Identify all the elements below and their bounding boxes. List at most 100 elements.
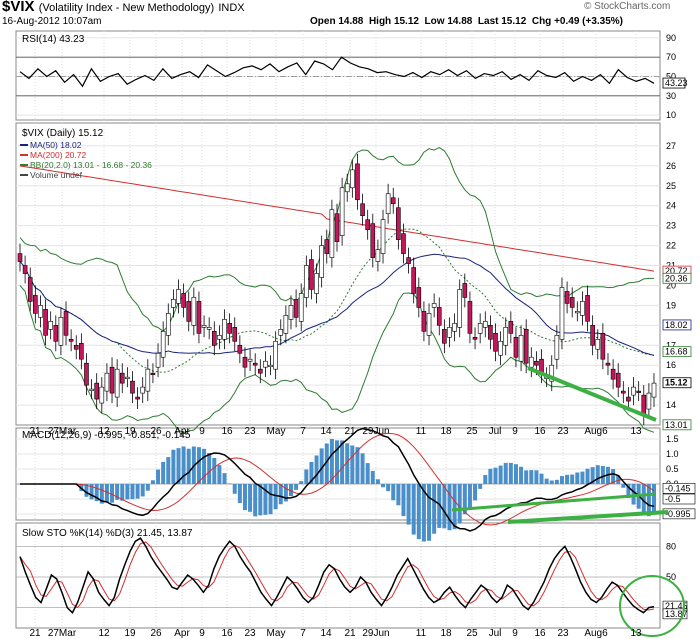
macd-hist-bar — [350, 445, 355, 484]
price-tick-label: 27 — [666, 141, 676, 151]
candle-body — [68, 338, 74, 342]
candle-body — [421, 311, 427, 332]
candle-body — [350, 169, 355, 189]
candle-body — [222, 319, 227, 340]
candle-body — [119, 372, 125, 384]
macd-hist-bar — [130, 484, 135, 500]
candle-body — [150, 372, 156, 375]
macd-hist-bar — [135, 484, 140, 499]
candle-body — [631, 386, 636, 396]
candle-body — [145, 368, 151, 392]
sto-x-label: Aug6 — [584, 628, 608, 639]
candle-body — [564, 291, 570, 304]
macd-hist-bar — [565, 474, 570, 484]
macd-hist-bar — [513, 464, 518, 484]
candle-body — [406, 257, 411, 264]
sto-x-label: 16 — [534, 628, 546, 639]
value-box-label: 13.01 — [665, 420, 688, 430]
macd-hist-bar — [493, 467, 498, 484]
price-x-label: 23 — [244, 426, 256, 437]
macd-hist-bar — [411, 484, 416, 535]
macd-hist-bar — [196, 447, 201, 484]
candle-body — [528, 356, 534, 368]
sto-x-label: 19 — [124, 628, 136, 639]
price-tick-label: 25 — [666, 181, 676, 191]
macd-value-label: -0.145 — [665, 483, 691, 493]
candle-body — [211, 331, 217, 346]
candle-body — [498, 340, 503, 356]
macd-hist-bar — [217, 465, 222, 484]
macd-tick-label: 1.0 — [666, 449, 679, 459]
macd-hist-bar — [406, 484, 411, 525]
chart-canvas: 9070503010RSI(14) 43.2343.23272625242322… — [15, 30, 696, 639]
sto-x-label: 29Jun — [362, 628, 389, 639]
candle-body — [365, 219, 370, 230]
price-x-label: 23 — [557, 426, 569, 437]
price-x-label: 14 — [320, 426, 332, 437]
candle-body — [385, 193, 391, 215]
candle-body — [477, 323, 483, 334]
macd-hist-bar — [652, 484, 656, 513]
candle-body — [125, 376, 130, 379]
macd-hist-bar — [171, 449, 176, 484]
candle-body — [610, 368, 616, 380]
candle-body — [559, 287, 565, 340]
price-x-label: Jul — [489, 426, 502, 437]
macd-hist-bar — [595, 465, 600, 484]
price-tick-label: 26 — [666, 161, 676, 171]
macd-hist-bar — [232, 484, 237, 494]
sto-tick-label: 80 — [666, 541, 676, 551]
sto-x-label: 21 — [29, 628, 41, 639]
price-tick-label: 19 — [666, 300, 676, 310]
macd-hist-bar — [524, 470, 529, 484]
price-tick-label: 14 — [666, 400, 676, 410]
candle-body — [73, 344, 79, 350]
rsi-legend: RSI(14) 43.23 — [22, 34, 85, 45]
candle-body — [268, 364, 273, 368]
candle-body — [232, 327, 238, 342]
candle-body — [615, 372, 621, 388]
rsi-tick-label: 30 — [666, 91, 676, 101]
candle-body — [590, 325, 595, 346]
macd-hist-bar — [161, 461, 166, 484]
macd-hist-bar — [166, 457, 171, 484]
macd-hist-bar — [488, 468, 493, 484]
candle-body — [641, 394, 647, 416]
macd-hist-bar — [386, 484, 391, 492]
macd-hist-bar — [570, 474, 575, 484]
candle-body — [636, 390, 641, 393]
macd-hist-bar — [452, 484, 457, 530]
candle-body — [258, 368, 263, 374]
candle-body — [53, 325, 59, 342]
macd-hist-bar — [391, 484, 396, 501]
candle-body — [89, 388, 94, 391]
macd-hist-bar — [227, 483, 232, 484]
macd-hist-bar — [498, 465, 503, 484]
sto-x-label: 25 — [466, 628, 478, 639]
price-tick-label: 22 — [666, 241, 676, 251]
candle-body — [401, 233, 406, 254]
macd-hist-bar — [483, 475, 488, 484]
candle-body — [651, 382, 657, 398]
candle-body — [442, 329, 447, 344]
candle-body — [411, 267, 416, 294]
macd-hist-bar — [273, 484, 278, 510]
macd-hist-bar — [529, 470, 534, 484]
candle-body — [109, 366, 115, 394]
candle-body — [360, 203, 365, 217]
value-box-label: 15.12 — [665, 378, 688, 388]
macd-hist-bar — [314, 455, 319, 484]
macd-hist-bar — [519, 466, 524, 484]
sto-x-label: 26 — [150, 628, 162, 639]
sto-x-label: 13 — [630, 628, 642, 639]
candle-body — [324, 239, 330, 254]
macd-hist-bar — [253, 484, 258, 517]
candle-body — [130, 380, 135, 394]
candle-body — [186, 301, 192, 322]
macd-hist-bar — [600, 466, 605, 484]
candle-body — [140, 386, 146, 394]
sto-x-label: 9 — [199, 628, 205, 639]
macd-hist-bar — [145, 484, 150, 491]
sto-x-label: 12 — [98, 628, 110, 639]
candle-body — [252, 362, 258, 366]
